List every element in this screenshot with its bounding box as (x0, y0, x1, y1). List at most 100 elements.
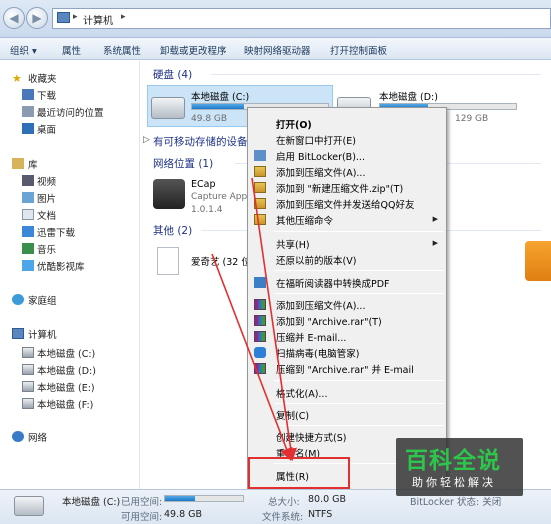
download-icon (22, 89, 34, 100)
menu-open-new-window[interactable]: 在新窗口中打开(E) (276, 133, 356, 147)
sidebar-item-favorites[interactable]: 收藏夹 (28, 71, 57, 85)
sidebar-item-thunder[interactable]: 迅雷下载 (37, 225, 75, 239)
watermark-logo: 百科全说 助你轻松解决 (396, 438, 523, 496)
menu-archive-send-qq[interactable]: 添加到压缩文件并发送给QQ好友 (276, 197, 414, 211)
properties-button[interactable]: 属性 (62, 43, 81, 57)
menu-separator (274, 403, 444, 404)
highlight-properties-box (248, 457, 350, 489)
sidebar-item-youku[interactable]: 优酷影视库 (37, 259, 85, 273)
computer-icon (57, 12, 70, 23)
menu-separator (274, 293, 444, 294)
watermark-title: 百科全说 (405, 448, 501, 474)
sidebar-item-recent[interactable]: 最近访问的位置 (37, 105, 104, 119)
menu-create-shortcut[interactable]: 创建快捷方式(S) (276, 430, 346, 444)
sidebar-item-drive-f[interactable]: 本地磁盘 (F:) (37, 397, 93, 411)
sidebar-item-computer[interactable]: 计算机 (28, 327, 57, 341)
menu-share[interactable]: 共享(H) (276, 237, 310, 251)
menu-separator (274, 380, 444, 381)
breadcrumb-separator[interactable]: ▸ (73, 12, 78, 22)
star-icon: ★ (12, 72, 22, 85)
forward-button[interactable]: ▶ (26, 7, 48, 29)
sidebar-item-libraries[interactable]: 库 (28, 157, 38, 171)
group-header-network-locations[interactable]: 网络位置 (1) (153, 156, 213, 171)
sidebar-item-network[interactable]: 网络 (28, 430, 47, 444)
details-bitlocker-status: BitLocker 状态: 关闭 (410, 497, 502, 508)
breadcrumb-separator[interactable]: ▸ (121, 12, 126, 22)
group-divider (211, 74, 541, 75)
group-header-hard-drives[interactable]: 硬盘 (4) (153, 67, 192, 82)
drive-c-free: 49.8 GB (191, 114, 228, 124)
expand-chevron-icon[interactable]: ▷ (143, 135, 150, 145)
network-icon (12, 431, 24, 442)
menu-separator (274, 270, 444, 271)
sidebar-item-drive-c[interactable]: 本地磁盘 (C:) (37, 346, 95, 360)
menu-rar-add-archive[interactable]: 添加到压缩文件(A)... (276, 298, 365, 312)
menu-format[interactable]: 格式化(A)... (276, 386, 327, 400)
sidebar-item-pictures[interactable]: 图片 (37, 191, 56, 205)
back-button[interactable]: ◀ (3, 7, 25, 29)
drive-c-name: 本地磁盘 (C:) (191, 92, 250, 103)
details-total-label: 总大小: (268, 497, 300, 508)
drive-d-name[interactable]: 本地磁盘 (D:) (379, 89, 438, 103)
hard-drive-icon (151, 97, 185, 119)
details-drive-name: 本地磁盘 (C:) (62, 497, 121, 508)
sidebar-item-videos[interactable]: 视频 (37, 174, 56, 188)
menu-open[interactable]: 打开(O) (276, 117, 312, 131)
menu-rar-compress-email[interactable]: 压缩并 E-mail... (276, 330, 346, 344)
ecap-name[interactable]: ECap (191, 179, 216, 190)
hard-drive-icon (22, 398, 34, 409)
group-header-removable[interactable]: 有可移动存储的设备 (153, 134, 248, 149)
menu-virus-scan[interactable]: 扫描病毒(电脑管家) (276, 346, 359, 360)
menu-separator (274, 425, 444, 426)
sidebar-item-music[interactable]: 音乐 (37, 242, 56, 256)
thunder-download-icon (22, 226, 34, 237)
ecap-version: 1.0.1.4 (191, 205, 223, 215)
submenu-arrow-icon: ▶ (432, 239, 438, 247)
command-bar: 组织 ▾ 属性 系统属性 卸载或更改程序 映射网络驱动器 打开控制面板 (0, 38, 551, 60)
archive-icon (254, 198, 266, 209)
drive-d-free: 129 GB (455, 114, 489, 124)
group-header-other[interactable]: 其他 (2) (153, 223, 192, 238)
menu-convert-pdf[interactable]: 在福昕阅读器中转换成PDF (276, 276, 390, 290)
menu-restore-previous[interactable]: 还原以前的版本(V) (276, 253, 356, 267)
winrar-icon (254, 315, 266, 326)
menu-enable-bitlocker[interactable]: 启用 BitLocker(B)... (276, 149, 365, 163)
hard-drive-icon (22, 364, 34, 375)
forward-arrow-icon: ▶ (32, 11, 42, 25)
menu-rar-compress-archive-email[interactable]: 压缩到 "Archive.rar" 并 E-mail (276, 362, 414, 376)
sidebar-item-homegroup[interactable]: 家庭组 (28, 293, 57, 307)
hard-drive-icon (22, 381, 34, 392)
desktop-icon (22, 123, 34, 134)
context-menu: 打开(O) 在新窗口中打开(E) 启用 BitLocker(B)... 添加到压… (247, 107, 447, 490)
sidebar-item-documents[interactable]: 文档 (37, 208, 56, 222)
sidebar-item-downloads[interactable]: 下载 (37, 88, 56, 102)
watermark-subtitle: 助你轻松解决 (412, 476, 496, 489)
submenu-arrow-icon: ▶ (432, 215, 438, 223)
menu-add-to-zip[interactable]: 添加到 "新建压缩文件.zip"(T) (276, 181, 403, 195)
menu-add-to-archive[interactable]: 添加到压缩文件(A)... (276, 165, 365, 179)
aiqiyi-item[interactable]: 爱奇艺 (32 位 (191, 254, 251, 268)
sidebar-item-desktop[interactable]: 桌面 (37, 122, 56, 136)
computer-icon (12, 328, 24, 339)
menu-copy[interactable]: 复制(C) (276, 408, 309, 422)
library-icon (12, 158, 24, 169)
archive-icon (254, 166, 266, 177)
pictures-icon (22, 192, 34, 203)
organize-button[interactable]: 组织 ▾ (10, 43, 37, 57)
foxit-pdf-icon (254, 277, 266, 288)
hard-drive-icon (14, 496, 44, 516)
system-properties-button[interactable]: 系统属性 (103, 43, 141, 57)
breadcrumb-computer[interactable]: 计算机 (83, 12, 113, 27)
sidebar-item-drive-e[interactable]: 本地磁盘 (E:) (37, 380, 95, 394)
menu-other-compress[interactable]: 其他压缩命令 (276, 213, 333, 227)
sidebar-item-drive-d[interactable]: 本地磁盘 (D:) (37, 363, 96, 377)
ecap-description: Capture Appl (191, 192, 250, 202)
details-total-value: 80.0 GB (308, 494, 347, 505)
recent-places-icon (22, 106, 34, 117)
details-used-label: 已用空间: (121, 497, 163, 508)
map-network-drive-button[interactable]: 映射网络驱动器 (244, 43, 311, 57)
address-bar[interactable]: ▸ 计算机 ▸ (52, 8, 551, 29)
uninstall-program-button[interactable]: 卸载或更改程序 (160, 43, 227, 57)
open-control-panel-button[interactable]: 打开控制面板 (330, 43, 387, 57)
menu-rar-add-archive-rar[interactable]: 添加到 "Archive.rar"(T) (276, 314, 382, 328)
